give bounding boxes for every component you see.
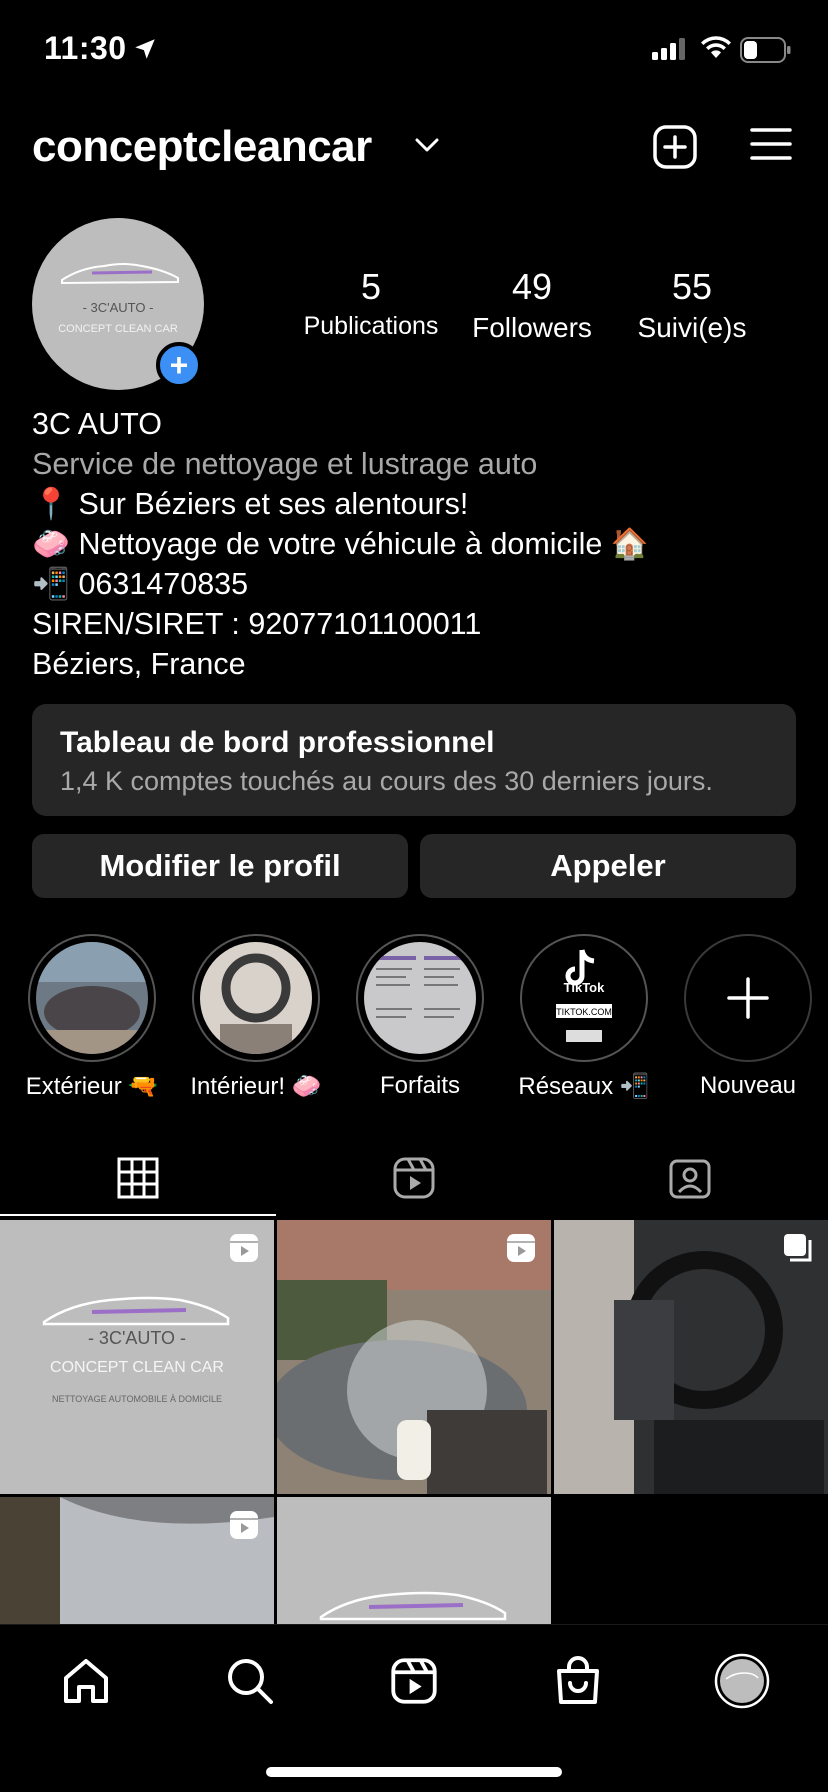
posts-grid: - 3C'AUTO - CONCEPT CLEAN CAR NETTOYAGE AU…: [0, 1220, 828, 1624]
stat-label: Followers: [472, 312, 592, 343]
tab-reels[interactable]: [276, 1140, 552, 1216]
highlight-new[interactable]: Nouveau: [678, 934, 818, 1100]
grid-logo-brand: - 3C'AUTO -: [88, 1328, 186, 1348]
status-time: 11:30: [44, 30, 127, 66]
highlight-cover: [200, 942, 312, 1054]
highlight-cover: [36, 942, 148, 1054]
highlight-packages[interactable]: Forfaits: [350, 934, 490, 1100]
grid-icon: [117, 1157, 159, 1199]
bio-line-siret: SIREN/SIRET : 92077101100011: [32, 607, 482, 641]
highlight-interior[interactable]: Intérieur! 🧼: [186, 934, 326, 1101]
reels-icon: [393, 1157, 435, 1199]
chevron-down-icon[interactable]: [414, 136, 440, 154]
multiple-photos-icon: [784, 1234, 812, 1262]
nav-profile[interactable]: [712, 1651, 772, 1711]
edit-profile-button[interactable]: Modifier le profil: [32, 834, 408, 898]
home-icon: [64, 1659, 108, 1703]
reels-icon: [391, 1658, 437, 1704]
profile-name: 3C AUTO: [32, 407, 162, 441]
bio-line-service: 🧼 Nettoyage de votre véhicule à domicile…: [32, 527, 649, 561]
profile-avatar-icon: [714, 1653, 770, 1709]
shop-bag-icon: [557, 1656, 599, 1704]
tagged-icon: [669, 1159, 711, 1199]
highlight-label: Nouveau: [699, 1072, 797, 1099]
profile-header: conceptcleancar: [0, 110, 828, 180]
nav-shop[interactable]: [548, 1651, 608, 1711]
stat-publications[interactable]: 5 Publications: [296, 266, 446, 341]
highlight-exterior[interactable]: Extérieur 🔫: [22, 934, 162, 1101]
stat-followers[interactable]: 49 Followers: [462, 266, 602, 344]
location-arrow-icon: [135, 39, 155, 59]
plus-icon: [727, 977, 769, 1019]
add-story-button[interactable]: +: [156, 342, 202, 388]
tiktok-url: TIKTOK.COM: [556, 1007, 612, 1017]
highlight-cover: TikTok TIKTOK.COM: [528, 942, 640, 1054]
grid-logo-tagline: CONCEPT CLEAN CAR: [50, 1359, 224, 1376]
nav-search[interactable]: [220, 1651, 280, 1711]
home-indicator: [266, 1767, 562, 1777]
search-icon: [228, 1659, 273, 1704]
signal-icon: [652, 38, 685, 60]
battery-icon: [740, 37, 791, 63]
bio-line-city[interactable]: Béziers, France: [32, 644, 812, 684]
professional-dashboard[interactable]: Tableau de bord professionnel 1,4 K comp…: [32, 704, 796, 816]
grid-post[interactable]: [0, 1497, 274, 1624]
grid-post[interactable]: [554, 1220, 828, 1494]
highlight-label: Extérieur 🔫: [25, 1073, 159, 1100]
highlight-label: Intérieur! 🧼: [190, 1073, 322, 1100]
avatar-tagline: CONCEPT CLEAN CAR: [58, 323, 178, 335]
bottom-navigation: [0, 1624, 828, 1792]
highlight-label: Réseaux 📲: [518, 1073, 650, 1100]
stat-value: 55: [671, 266, 713, 307]
grid-post[interactable]: [277, 1220, 551, 1494]
tab-tagged[interactable]: [552, 1140, 828, 1216]
profile-tabs: [0, 1140, 828, 1216]
dashboard-title: Tableau de bord professionnel: [60, 726, 495, 759]
bio-line-phone[interactable]: 📲 0631470835: [32, 564, 812, 604]
profile-bio: 3C AUTO Service de nettoyage et lustrage…: [32, 404, 812, 684]
status-bar: 11:30: [0, 0, 828, 100]
stat-value: 5: [360, 266, 382, 307]
highlight-social[interactable]: TikTok TIKTOK.COM Réseaux 📲: [514, 934, 654, 1101]
stat-label: Suivi(e)s: [637, 312, 747, 343]
stat-value: 49: [511, 266, 553, 307]
grid-logo-sub: NETTOYAGE AUTOMOBILE À DOMICILE: [52, 1394, 222, 1404]
nav-home[interactable]: [56, 1651, 116, 1711]
highlight-cover: [364, 942, 476, 1054]
menu-icon[interactable]: [750, 126, 792, 162]
nav-reels[interactable]: [384, 1651, 444, 1711]
account-switcher[interactable]: conceptcleancar: [32, 122, 372, 172]
highlight-label: Forfaits: [379, 1072, 460, 1099]
bio-line-location: 📍 Sur Béziers et ses alentours!: [32, 487, 469, 521]
grid-post[interactable]: [277, 1497, 551, 1624]
story-highlights: Extérieur 🔫 Intérieur! 🧼 Forfaits TikTok…: [0, 934, 828, 1104]
wifi-icon: [701, 36, 731, 58]
tiktok-wordmark: TikTok: [564, 980, 605, 995]
stat-following[interactable]: 55 Suivi(e)s: [622, 266, 762, 344]
dashboard-subtitle: 1,4 K comptes touchés au cours des 30 de…: [60, 766, 713, 796]
reel-icon: [507, 1234, 535, 1262]
avatar-brand: - 3C'AUTO -: [83, 300, 154, 315]
reel-icon: [230, 1234, 258, 1262]
call-button[interactable]: Appeler: [420, 834, 796, 898]
tab-grid[interactable]: [0, 1140, 276, 1216]
stat-label: Publications: [303, 312, 439, 340]
grid-post[interactable]: - 3C'AUTO - CONCEPT CLEAN CAR NETTOYAGE AU…: [0, 1220, 274, 1494]
profile-category: Service de nettoyage et lustrage auto: [32, 447, 538, 481]
new-post-icon[interactable]: [652, 124, 698, 170]
reel-icon: [230, 1511, 258, 1539]
active-tab-indicator: [0, 1214, 276, 1216]
